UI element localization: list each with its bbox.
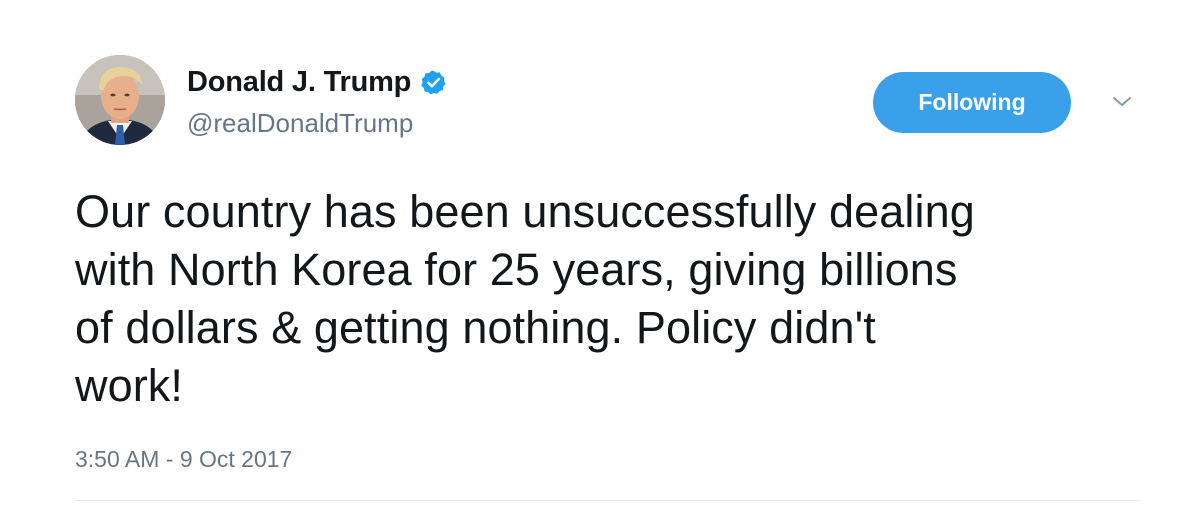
author-display-name[interactable]: Donald J. Trump <box>187 66 411 99</box>
following-button[interactable]: Following <box>873 72 1071 133</box>
tweet-timestamp[interactable]: 3:50 AM - 9 Oct 2017 <box>75 446 292 473</box>
avatar[interactable] <box>75 55 165 145</box>
divider <box>75 500 1140 501</box>
author-name-row: Donald J. Trump <box>187 64 447 100</box>
avatar-image <box>75 55 165 145</box>
tweet-card: Donald J. Trump @realDonaldTrump Followi… <box>0 0 1200 514</box>
tweet-text: Our country has been unsuccessfully deal… <box>75 186 975 411</box>
chevron-down-icon[interactable] <box>1110 94 1134 110</box>
author-handle[interactable]: @realDonaldTrump <box>187 108 413 139</box>
verified-badge-icon <box>420 69 447 96</box>
